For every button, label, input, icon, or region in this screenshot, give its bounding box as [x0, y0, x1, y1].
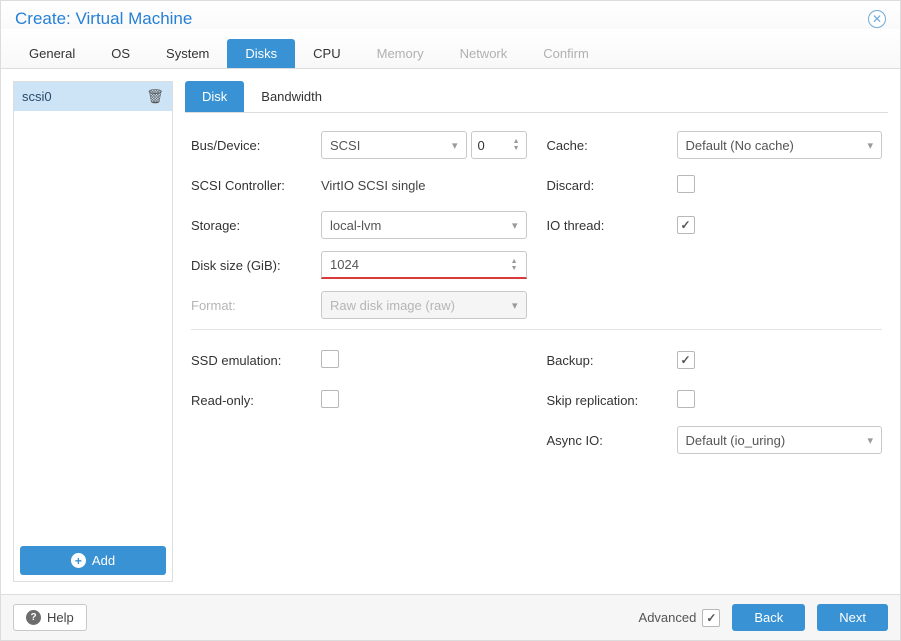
format-select-value: Raw disk image (raw): [330, 298, 455, 313]
footer-right: Advanced Back Next: [639, 604, 888, 631]
tab-cpu[interactable]: CPU: [295, 39, 358, 68]
skip-replication-checkbox[interactable]: [677, 390, 695, 408]
disk-size-input[interactable]: 1024 ▲▼: [321, 251, 527, 279]
disk-list: scsi0 🗑: [14, 82, 172, 540]
help-button-label: Help: [47, 610, 74, 625]
ssd-checkbox[interactable]: [321, 350, 339, 368]
chevron-down-icon: ▾: [867, 139, 873, 152]
label-cache: Cache:: [547, 138, 677, 153]
label-asyncio: Async IO:: [547, 433, 677, 448]
row-disk-size: Disk size (GiB): 1024 ▲▼: [191, 251, 527, 279]
subtab-bandwidth[interactable]: Bandwidth: [244, 81, 339, 112]
create-vm-dialog: Create: Virtual Machine ✕ General OS Sys…: [0, 0, 901, 641]
disk-size-value: 1024: [330, 257, 359, 272]
trash-icon[interactable]: 🗑: [146, 88, 164, 105]
row-backup: Backup:: [547, 346, 883, 374]
storage-select[interactable]: local-lvm ▾: [321, 211, 527, 239]
disk-list-item[interactable]: scsi0 🗑: [14, 82, 172, 111]
adv-left-col: SSD emulation: Read-only:: [191, 346, 527, 454]
titlebar: Create: Virtual Machine ✕: [1, 1, 900, 29]
readonly-checkbox[interactable]: [321, 390, 339, 408]
disk-list-item-label: scsi0: [22, 89, 52, 104]
form-left-col: Bus/Device: SCSI ▾ 0 ▲▼: [191, 131, 527, 319]
tab-memory: Memory: [359, 39, 442, 68]
chevron-down-icon: ▾: [512, 299, 518, 312]
asyncio-select-value: Default (io_uring): [686, 433, 786, 448]
row-discard: Discard:: [547, 171, 883, 199]
label-bus: Bus/Device:: [191, 138, 321, 153]
divider: [191, 329, 882, 330]
disk-subtabs: Disk Bandwidth: [185, 81, 888, 113]
row-asyncio: Async IO: Default (io_uring) ▾: [547, 426, 883, 454]
label-storage: Storage:: [191, 218, 321, 233]
footer: ? Help Advanced Back Next: [1, 594, 900, 640]
dialog-body: scsi0 🗑 + Add Disk Bandwidth Bus/Device:: [1, 69, 900, 594]
storage-select-value: local-lvm: [330, 218, 381, 233]
form-right-col: Cache: Default (No cache) ▾ Discard:: [547, 131, 883, 319]
label-disk-size: Disk size (GiB):: [191, 258, 321, 273]
format-select: Raw disk image (raw) ▾: [321, 291, 527, 319]
tab-confirm: Confirm: [525, 39, 607, 68]
label-backup: Backup:: [547, 353, 677, 368]
row-skip-replication: Skip replication:: [547, 386, 883, 414]
backup-checkbox[interactable]: [677, 351, 695, 369]
chevron-down-icon: ▾: [867, 434, 873, 447]
row-ssd: SSD emulation:: [191, 346, 527, 374]
scsi-controller-value: VirtIO SCSI single: [321, 171, 527, 199]
cache-select-value: Default (No cache): [686, 138, 794, 153]
close-icon[interactable]: ✕: [868, 10, 886, 28]
label-iothread: IO thread:: [547, 218, 677, 233]
help-icon: ?: [26, 610, 41, 625]
row-format: Format: Raw disk image (raw) ▾: [191, 291, 527, 319]
tab-disks[interactable]: Disks: [227, 39, 295, 68]
form-area-advanced: SSD emulation: Read-only: Backup: Skip r…: [185, 340, 888, 454]
tab-network: Network: [442, 39, 526, 68]
asyncio-select[interactable]: Default (io_uring) ▾: [677, 426, 883, 454]
chevron-down-icon: ▾: [512, 219, 518, 232]
row-readonly: Read-only:: [191, 386, 527, 414]
bus-select-value: SCSI: [330, 138, 360, 153]
advanced-checkbox[interactable]: [702, 609, 720, 627]
tab-general[interactable]: General: [11, 39, 93, 68]
plus-icon: +: [71, 553, 86, 568]
subtab-disk[interactable]: Disk: [185, 81, 244, 112]
add-button-label: Add: [92, 553, 115, 568]
label-format: Format:: [191, 298, 321, 313]
row-scsi-controller: SCSI Controller: VirtIO SCSI single: [191, 171, 527, 199]
label-skip-replication: Skip replication:: [547, 393, 677, 408]
disk-sidebar: scsi0 🗑 + Add: [13, 81, 173, 582]
chevron-down-icon: ▾: [452, 139, 458, 152]
wizard-tabs: General OS System Disks CPU Memory Netwo…: [1, 29, 900, 69]
form-area: Bus/Device: SCSI ▾ 0 ▲▼: [185, 113, 888, 319]
next-button[interactable]: Next: [817, 604, 888, 631]
help-button[interactable]: ? Help: [13, 604, 87, 631]
bus-select[interactable]: SCSI ▾: [321, 131, 467, 159]
row-cache: Cache: Default (No cache) ▾: [547, 131, 883, 159]
adv-right-col: Backup: Skip replication: Async IO: Defa…: [547, 346, 883, 454]
bus-index-input[interactable]: 0 ▲▼: [471, 131, 527, 159]
row-storage: Storage: local-lvm ▾: [191, 211, 527, 239]
advanced-toggle[interactable]: Advanced: [639, 609, 721, 627]
row-bus: Bus/Device: SCSI ▾ 0 ▲▼: [191, 131, 527, 159]
dialog-title: Create: Virtual Machine: [15, 9, 192, 29]
discard-checkbox[interactable]: [677, 175, 695, 193]
label-ssd: SSD emulation:: [191, 353, 321, 368]
label-discard: Discard:: [547, 178, 677, 193]
label-scsi-controller: SCSI Controller:: [191, 178, 321, 193]
disk-content: Disk Bandwidth Bus/Device: SCSI ▾ 0: [185, 81, 888, 582]
spinner-icon: ▲▼: [513, 138, 520, 152]
cache-select[interactable]: Default (No cache) ▾: [677, 131, 883, 159]
back-button[interactable]: Back: [732, 604, 805, 631]
row-iothread: IO thread:: [547, 211, 883, 239]
tab-system[interactable]: System: [148, 39, 227, 68]
label-readonly: Read-only:: [191, 393, 321, 408]
advanced-label: Advanced: [639, 610, 697, 625]
spinner-icon: ▲▼: [511, 258, 518, 272]
bus-index-value: 0: [478, 138, 485, 153]
iothread-checkbox[interactable]: [677, 216, 695, 234]
add-disk-button[interactable]: + Add: [20, 546, 166, 575]
tab-os[interactable]: OS: [93, 39, 148, 68]
